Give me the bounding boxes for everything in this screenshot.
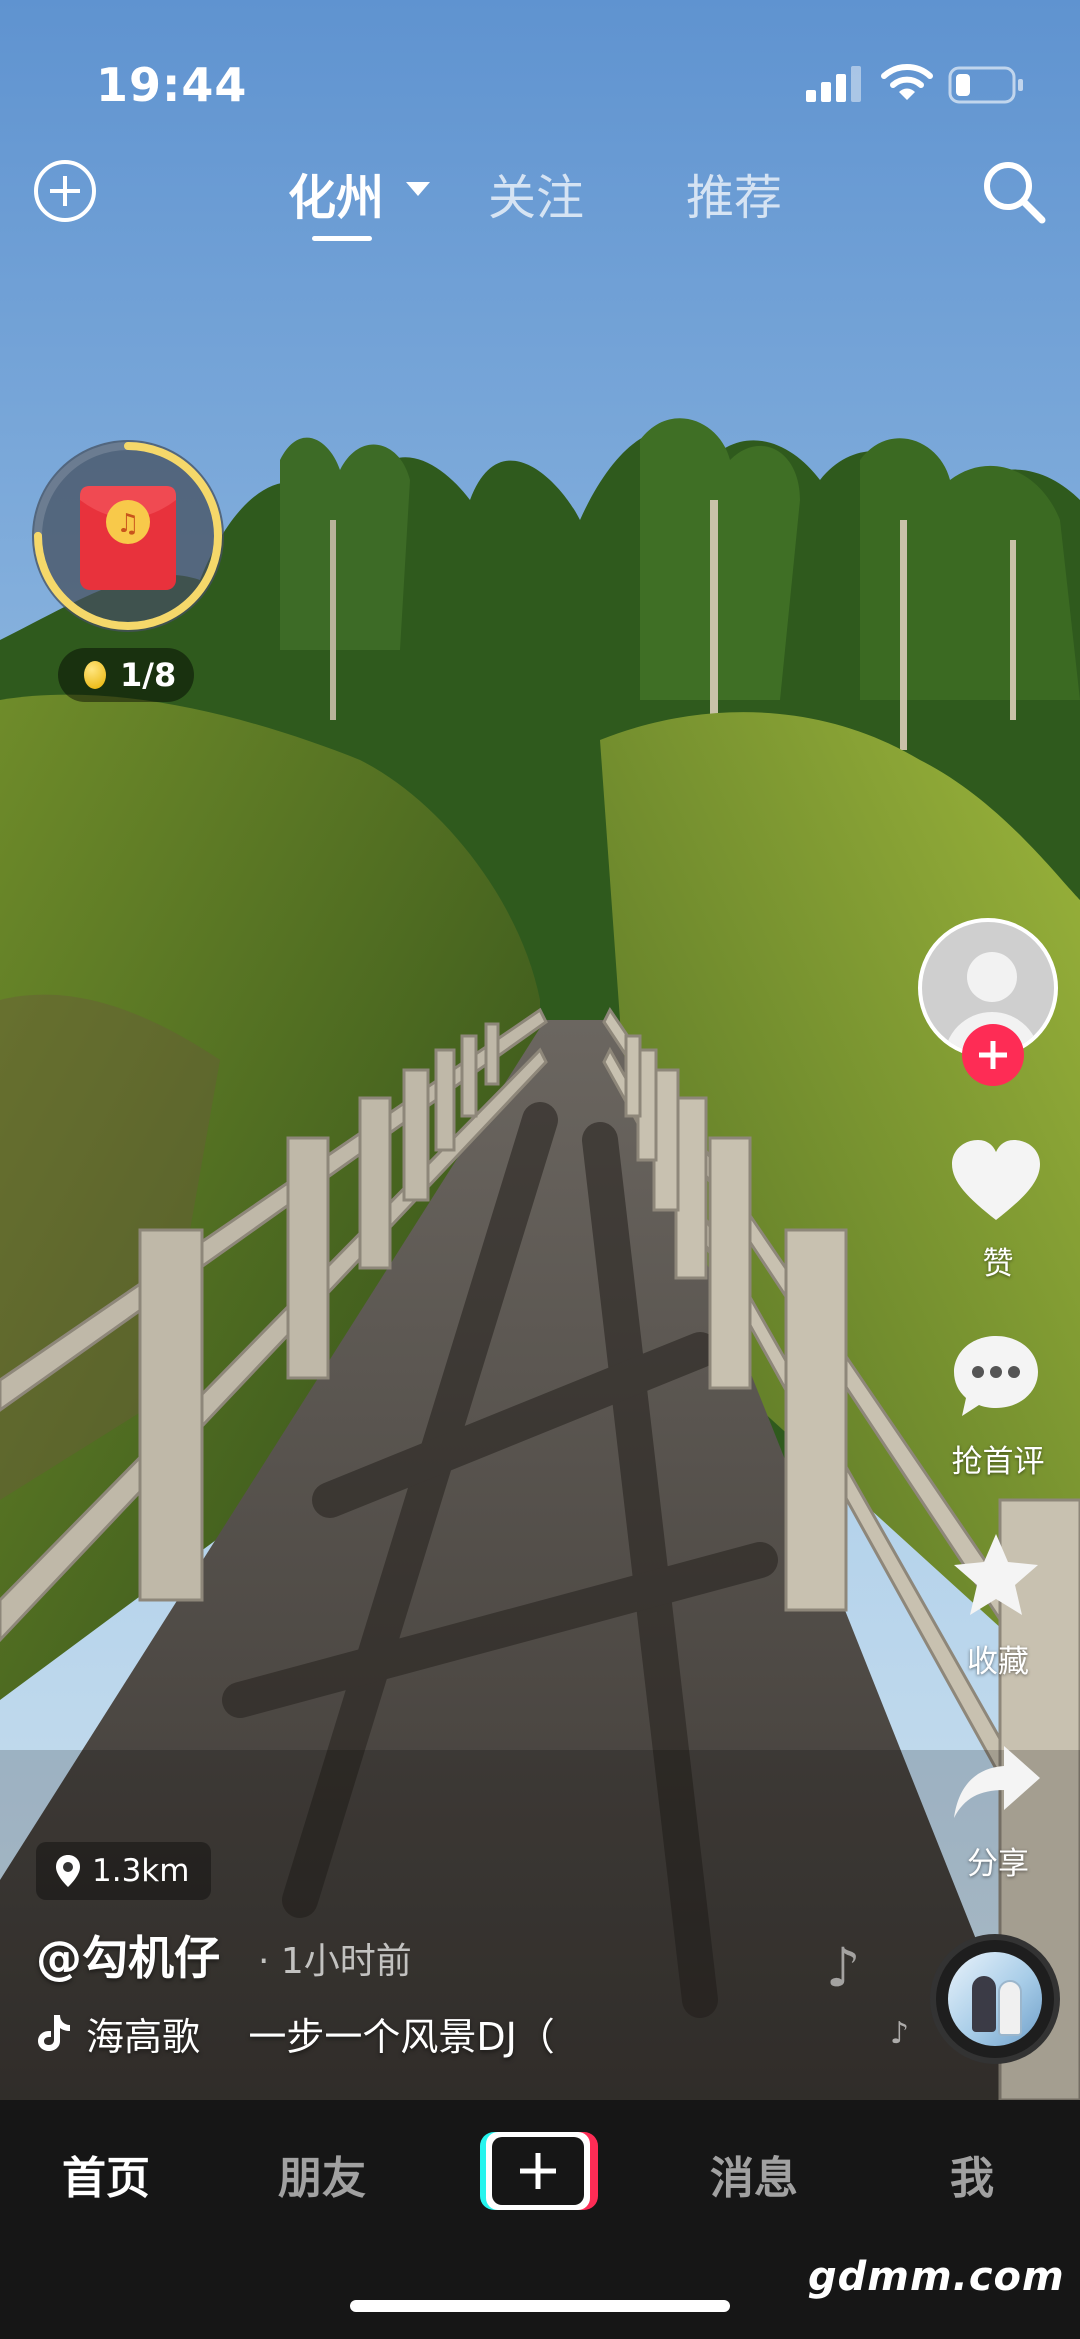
music-marquee[interactable]: 海高歌 一步一个风景DJ（ bbox=[36, 2008, 555, 2059]
gold-coin-icon bbox=[84, 661, 106, 689]
battery-icon bbox=[948, 66, 1023, 104]
tab-home[interactable]: 首页 bbox=[62, 2142, 150, 2206]
cellular-signal-icon bbox=[806, 66, 861, 102]
music-note-small-icon: ♪ bbox=[890, 2016, 910, 2051]
location-distance: 1.3km bbox=[92, 1853, 190, 1889]
search-icon[interactable] bbox=[980, 158, 1050, 228]
create-button[interactable] bbox=[480, 2132, 598, 2210]
cover-figure-left bbox=[972, 1976, 996, 2032]
post-time: · 1小时前 bbox=[258, 1941, 412, 1982]
svg-text:♫: ♫ bbox=[116, 509, 139, 539]
author-name[interactable]: @勾机仔 bbox=[36, 1922, 220, 1988]
cover-figure-right bbox=[998, 1980, 1022, 2036]
like-label: 赞 bbox=[982, 1246, 1014, 1282]
music-note-icon: ♪ bbox=[826, 1936, 861, 1999]
watermark: gdmm.com bbox=[808, 2254, 1065, 2300]
red-envelope-icon: ♫ bbox=[80, 486, 176, 590]
coin-progress-text: 1/8 bbox=[120, 656, 177, 694]
active-tab-indicator bbox=[312, 236, 372, 241]
share-icon[interactable] bbox=[948, 1740, 1044, 1824]
tab-me[interactable]: 我 bbox=[950, 2142, 994, 2206]
home-indicator[interactable] bbox=[350, 2300, 730, 2312]
video-frame[interactable] bbox=[0, 0, 1080, 2100]
comment-label: 抢首评 bbox=[951, 1444, 1045, 1480]
location-pin-icon bbox=[56, 1855, 80, 1887]
wifi-icon bbox=[881, 64, 933, 100]
tab-recommend[interactable]: 推荐 bbox=[686, 158, 782, 228]
status-time: 19:44 bbox=[96, 58, 248, 112]
status-bar: 19:44 bbox=[0, 0, 1080, 150]
coin-counter[interactable]: 1/8 bbox=[58, 648, 194, 702]
music-disc[interactable] bbox=[930, 1934, 1060, 2064]
heart-icon[interactable] bbox=[948, 1136, 1044, 1226]
tab-friends[interactable]: 朋友 bbox=[278, 2142, 366, 2206]
favorite-label: 收藏 bbox=[967, 1644, 1029, 1680]
music-title: 海高歌 一步一个风景DJ（ bbox=[86, 2014, 555, 2059]
tab-messages[interactable]: 消息 bbox=[710, 2142, 798, 2206]
star-icon[interactable] bbox=[948, 1530, 1044, 1622]
album-cover bbox=[948, 1952, 1042, 2046]
follow-button[interactable] bbox=[962, 1024, 1024, 1086]
chevron-down-icon[interactable] bbox=[406, 182, 430, 196]
tab-following[interactable]: 关注 bbox=[488, 158, 584, 228]
reward-widget[interactable]: ♫ bbox=[28, 436, 228, 636]
comment-icon[interactable] bbox=[948, 1330, 1044, 1422]
tiktok-note-icon bbox=[38, 2015, 70, 2051]
plus-icon bbox=[492, 2137, 584, 2205]
location-tag[interactable]: 1.3km bbox=[36, 1842, 212, 1900]
top-navigation: 化州 关注 推荐 bbox=[0, 150, 1080, 250]
add-circle-icon[interactable] bbox=[34, 160, 96, 222]
tab-city[interactable]: 化州 bbox=[288, 158, 384, 228]
share-label: 分享 bbox=[967, 1846, 1029, 1882]
avatar-head bbox=[967, 952, 1017, 1002]
